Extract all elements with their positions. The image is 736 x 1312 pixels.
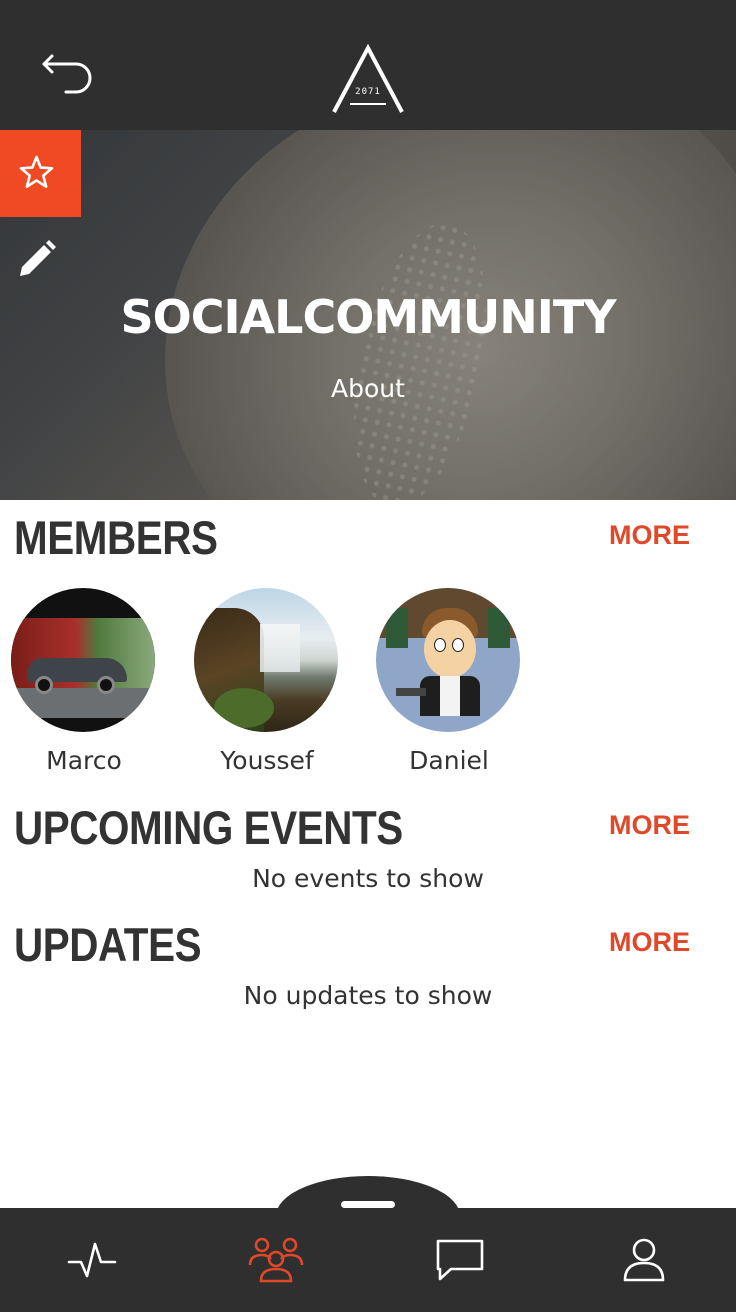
tab-profile[interactable]: [552, 1208, 736, 1312]
chat-bubble-icon: [436, 1239, 484, 1281]
star-icon: [19, 155, 54, 188]
members-title: MEMBERS: [14, 511, 218, 564]
updates-title: UPDATES: [14, 918, 202, 971]
group-icon: [248, 1237, 304, 1283]
back-arrow-icon: [42, 54, 92, 94]
tab-activity[interactable]: [0, 1208, 184, 1312]
bottom-tab-bar: [0, 1208, 736, 1312]
tab-messages[interactable]: [368, 1208, 552, 1312]
member-item[interactable]: Daniel: [376, 588, 522, 775]
activity-pulse-icon: [67, 1242, 117, 1278]
updates-more-link[interactable]: MORE: [609, 927, 690, 958]
member-name: Daniel: [409, 746, 489, 775]
upcoming-events-title: UPCOMING EVENTS: [14, 801, 403, 854]
member-item[interactable]: Youssef: [194, 588, 340, 775]
community-title: SOCIALCOMMUNITY: [120, 290, 616, 344]
favorite-button[interactable]: [0, 130, 81, 217]
top-bar: 2071: [0, 0, 736, 130]
back-button[interactable]: [36, 52, 100, 102]
app-logo: 2071: [330, 43, 406, 116]
about-link[interactable]: About: [0, 374, 736, 403]
events-more-link[interactable]: MORE: [609, 810, 690, 841]
drawer-handle[interactable]: [341, 1201, 395, 1208]
profile-icon: [623, 1238, 665, 1282]
events-empty-text: No events to show: [252, 864, 484, 893]
member-item[interactable]: Marco: [11, 588, 157, 775]
members-more-link[interactable]: MORE: [609, 520, 690, 551]
tab-groups[interactable]: [184, 1208, 368, 1312]
member-avatar[interactable]: [376, 588, 520, 732]
member-avatar[interactable]: [194, 588, 338, 732]
updates-empty-text: No updates to show: [243, 981, 493, 1010]
a-triangle-logo: [332, 43, 404, 113]
pencil-icon: [20, 240, 56, 276]
hero-banner: SOCIALCOMMUNITY About: [0, 130, 736, 500]
member-name: Marco: [46, 746, 122, 775]
logo-text: 2071: [355, 87, 381, 97]
member-avatar[interactable]: [11, 588, 155, 732]
edit-button[interactable]: [14, 236, 60, 282]
member-name: Youssef: [220, 746, 314, 775]
